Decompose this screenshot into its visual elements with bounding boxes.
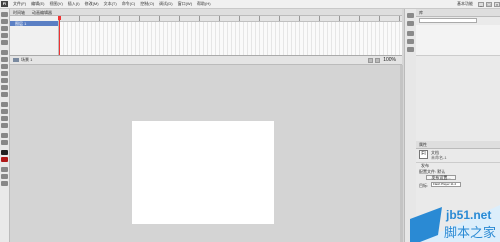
fill-color-swatch[interactable] (1, 157, 8, 162)
minimize-button[interactable]: _ (478, 1, 484, 7)
free-transform-tool-icon[interactable] (1, 26, 8, 31)
deco-tool-icon[interactable] (1, 92, 8, 97)
document-name: 未命名-1 (431, 155, 447, 160)
library-tabs: 库 (416, 9, 500, 17)
bone-tool-icon[interactable] (1, 102, 8, 107)
playhead[interactable] (58, 16, 61, 55)
layer-row[interactable]: 图层 1 (10, 21, 58, 26)
snap-to-objects-icon[interactable] (1, 167, 8, 172)
smooth-icon[interactable] (1, 174, 8, 179)
menu-window[interactable]: 窗口(W) (178, 1, 192, 7)
publish-section-header[interactable]: 发布 (416, 162, 500, 168)
timeline-panel: 时间轴 动画编辑器 图层 1 (10, 9, 402, 56)
transform-panel-icon[interactable] (407, 47, 414, 52)
close-button[interactable]: × (494, 1, 500, 7)
tab-properties[interactable]: 属性 (419, 142, 427, 148)
eyedropper-tool-icon[interactable] (1, 116, 8, 121)
stage-area (10, 65, 400, 242)
zoom-controls: 100% (366, 57, 396, 63)
scene-label[interactable]: 场景 1 (21, 57, 32, 63)
menu-control[interactable]: 控制(O) (140, 1, 154, 7)
frame-ruler[interactable] (59, 16, 402, 22)
library-search-input[interactable] (419, 18, 477, 23)
watermark-caption: 脚本之家 (444, 225, 496, 241)
pencil-tool-icon[interactable] (1, 78, 8, 83)
edit-symbol-icon[interactable] (375, 57, 381, 63)
zoom-tool-icon[interactable] (1, 140, 8, 145)
info-panel-icon[interactable] (407, 39, 414, 44)
paint-bucket-tool-icon[interactable] (1, 109, 8, 114)
stage-header: 场景 1 100% (10, 56, 402, 65)
workspace-label[interactable]: 基本功能 (457, 1, 473, 7)
3d-rotation-tool-icon[interactable] (1, 33, 8, 38)
document-canvas[interactable] (132, 121, 274, 224)
scene-icon (13, 58, 19, 62)
library-list[interactable] (416, 25, 500, 56)
subselection-tool-icon[interactable] (1, 19, 8, 24)
tab-library[interactable]: 库 (419, 10, 423, 16)
selection-tool-icon[interactable] (1, 12, 8, 17)
frame-grid[interactable] (58, 16, 402, 55)
stroke-color-swatch[interactable] (1, 150, 8, 155)
straighten-icon[interactable] (1, 181, 8, 186)
layer-name[interactable]: 图层 1 (15, 21, 26, 26)
menu-debug[interactable]: 调试(D) (159, 1, 173, 7)
timeline-tabs: 时间轴 动画编辑器 (10, 9, 402, 16)
site-watermark: jb51.net 脚本之家 (410, 205, 500, 242)
tools-panel (0, 9, 10, 242)
menu-text[interactable]: 文本(T) (104, 1, 117, 7)
brush-tool-icon[interactable] (1, 85, 8, 90)
align-panel-icon[interactable] (407, 31, 414, 36)
rectangle-tool-icon[interactable] (1, 71, 8, 76)
edit-scene-icon[interactable] (368, 57, 374, 63)
document-icon: Fl (419, 150, 428, 159)
menu-bar: Fl 文件(F) 编辑(E) 视图(V) 插入(I) 修改(M) 文本(T) 命… (0, 0, 500, 9)
line-tool-icon[interactable] (1, 64, 8, 69)
menu-edit[interactable]: 编辑(E) (31, 1, 44, 7)
swatches-panel-icon[interactable] (407, 21, 414, 26)
publish-settings-button[interactable]: 发布设置... (426, 175, 456, 180)
color-panel-icon[interactable] (407, 13, 414, 18)
menu-view[interactable]: 视图(V) (49, 1, 62, 7)
text-tool-icon[interactable] (1, 57, 8, 62)
app-logo[interactable]: Fl (1, 1, 8, 7)
menu-commands[interactable]: 命令(C) (122, 1, 136, 7)
properties-tabs: 属性 (416, 141, 500, 149)
hand-tool-icon[interactable] (1, 133, 8, 138)
workspace-switcher[interactable]: 基本功能 _ □ × (457, 1, 500, 7)
layer-list: 图层 1 (10, 16, 59, 55)
menu-file[interactable]: 文件(F) (13, 1, 26, 7)
watermark-site: jb51.net (445, 208, 491, 222)
pen-tool-icon[interactable] (1, 50, 8, 55)
lasso-tool-icon[interactable] (1, 40, 8, 45)
eraser-tool-icon[interactable] (1, 123, 8, 128)
zoom-select[interactable]: 100% (383, 57, 396, 63)
playhead-handle[interactable] (58, 16, 61, 20)
menu-help[interactable]: 帮助(H) (197, 1, 211, 7)
menu-insert[interactable]: 插入(I) (68, 1, 80, 7)
menu-modify[interactable]: 修改(M) (85, 1, 99, 7)
maximize-button[interactable]: □ (486, 1, 492, 7)
